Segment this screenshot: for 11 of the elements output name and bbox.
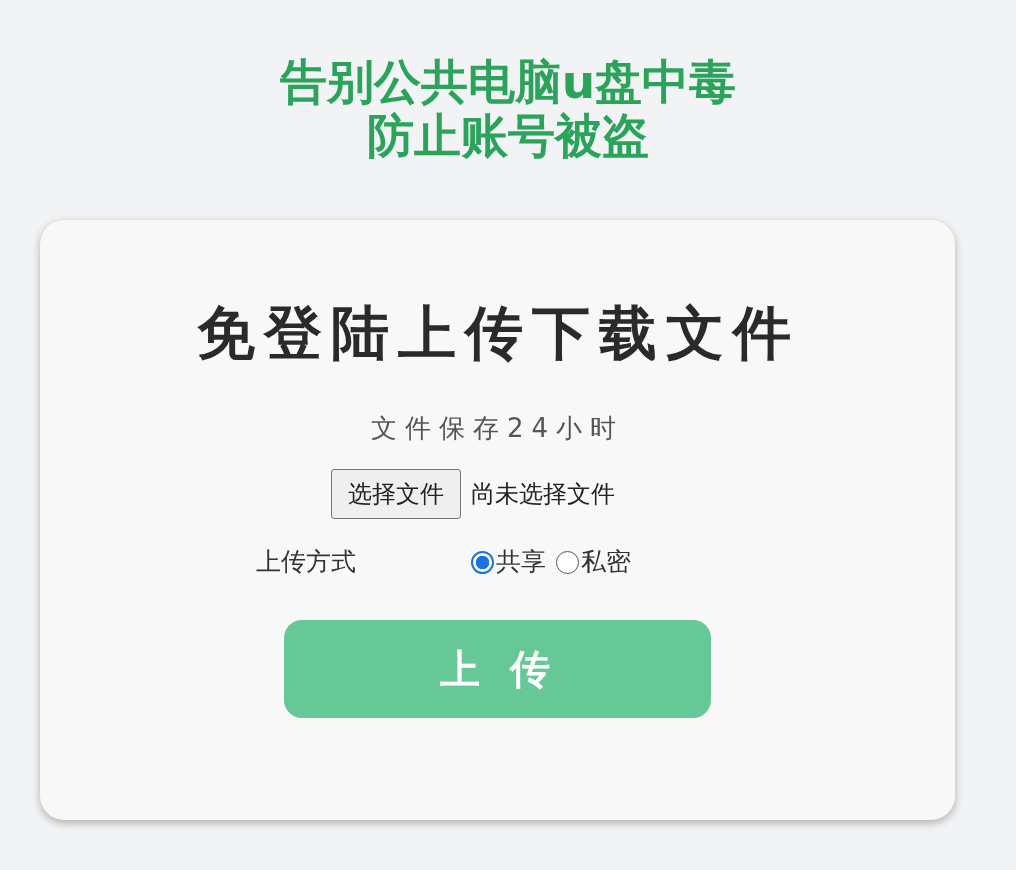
radio-button[interactable] [471,550,494,574]
upload-mode-label: 上传方式 [256,546,357,578]
radio-label: 共享 [496,546,546,578]
headline: 告别公共电脑u盘中毒 [279,55,737,109]
radio-button[interactable] [556,550,579,574]
card-title: 免登陆上传下载文件 [195,298,800,368]
headline: 防止账号被盗 [367,109,649,163]
radio-label: 私密 [581,546,631,578]
file-status: 尚未选择文件 [470,479,615,510]
retention-note: 文件保存24小时 [369,412,625,445]
choose-file-button[interactable]: 选择文件 [330,469,461,519]
